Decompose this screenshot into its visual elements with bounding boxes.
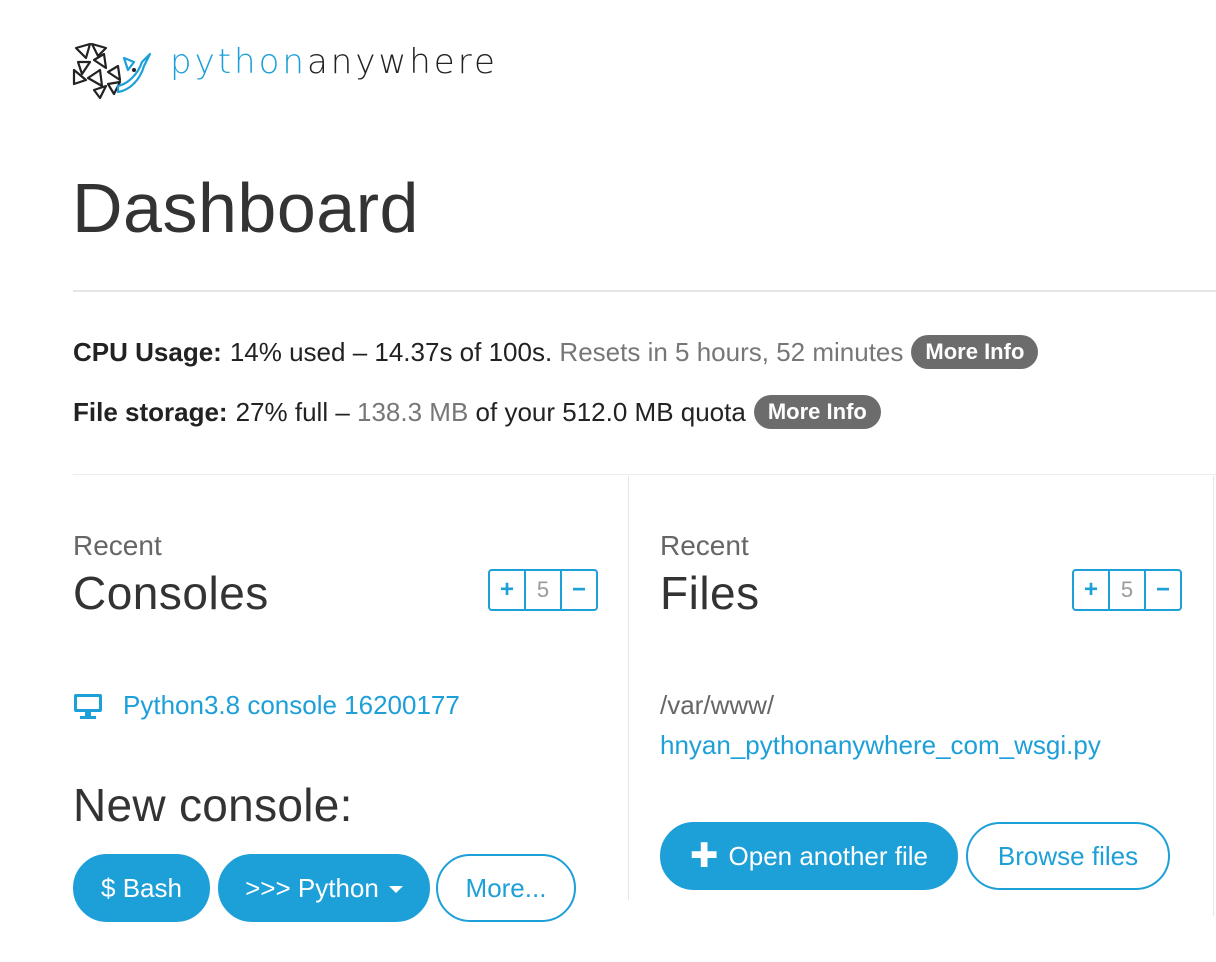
file-storage-line: File storage: 27% full – 138.3 MB of you… <box>73 395 881 429</box>
file-storage-label: File storage: <box>73 396 228 427</box>
chevron-down-icon <box>388 886 403 893</box>
cpu-usage-label: CPU Usage: <box>73 336 222 367</box>
consoles-increase-button[interactable]: + <box>490 571 524 609</box>
file-storage-quota: of your 512.0 MB quota <box>475 396 746 427</box>
monitor-icon <box>74 693 102 719</box>
page-title: Dashboard <box>72 169 419 247</box>
dashboard-page: pythonanywhere Dashboard CPU Usage: 14% … <box>0 0 1216 962</box>
cpu-usage-value: 14% used – 14.37s of 100s. <box>229 336 553 367</box>
file-storage-percent: 27% full – <box>235 396 350 427</box>
console-link[interactable]: Python3.8 console 16200177 <box>123 690 460 721</box>
logo-wordmark: pythonanywhere <box>170 42 498 82</box>
snake-logo-icon <box>72 42 152 100</box>
consoles-count-stepper: + 5 − <box>488 569 598 611</box>
bash-console-button[interactable]: $ Bash <box>73 854 210 922</box>
cpu-more-info-button[interactable]: More Info <box>911 335 1039 369</box>
storage-more-info-button[interactable]: More Info <box>753 395 881 429</box>
cpu-usage-line: CPU Usage: 14% used – 14.37s of 100s. Re… <box>73 335 1039 369</box>
consoles-section-title: Consoles <box>73 567 269 619</box>
new-console-heading: New console: <box>73 779 353 831</box>
open-another-file-label: Open another file <box>728 840 928 871</box>
column-divider <box>628 476 629 900</box>
right-column-border <box>1213 476 1214 916</box>
title-divider <box>73 290 1216 292</box>
files-decrease-button[interactable]: − <box>1146 571 1180 609</box>
file-storage-used: 138.3 MB <box>357 396 469 427</box>
browse-files-button[interactable]: Browse files <box>966 822 1170 890</box>
files-count-stepper: + 5 − <box>1072 569 1182 611</box>
file-directory: /var/www/ <box>660 690 775 720</box>
files-recent-label: Recent <box>660 530 749 561</box>
files-increase-button[interactable]: + <box>1074 571 1108 609</box>
cpu-reset-text: Resets in 5 hours, 52 minutes <box>559 336 904 367</box>
consoles-count-value: 5 <box>524 571 562 609</box>
consoles-recent-label: Recent <box>73 530 162 561</box>
console-list-item[interactable]: Python3.8 console 16200177 <box>73 690 460 721</box>
files-count-value: 5 <box>1108 571 1146 609</box>
logo-anywhere-text: anywhere <box>306 42 498 82</box>
usage-divider <box>73 474 1216 475</box>
more-consoles-button[interactable]: More... <box>436 854 576 922</box>
python-console-button[interactable]: >>> Python <box>218 854 430 922</box>
logo-python-text: python <box>170 42 307 82</box>
consoles-decrease-button[interactable]: − <box>562 571 596 609</box>
pythonanywhere-logo[interactable]: pythonanywhere <box>72 40 495 100</box>
open-another-file-button[interactable]: ✚ Open another file <box>660 822 958 890</box>
files-section-title: Files <box>660 567 760 619</box>
file-link[interactable]: hnyan_pythonanywhere_com_wsgi.py <box>660 730 1101 761</box>
plus-icon: ✚ <box>690 837 719 875</box>
python-console-button-label: >>> Python <box>245 872 379 903</box>
